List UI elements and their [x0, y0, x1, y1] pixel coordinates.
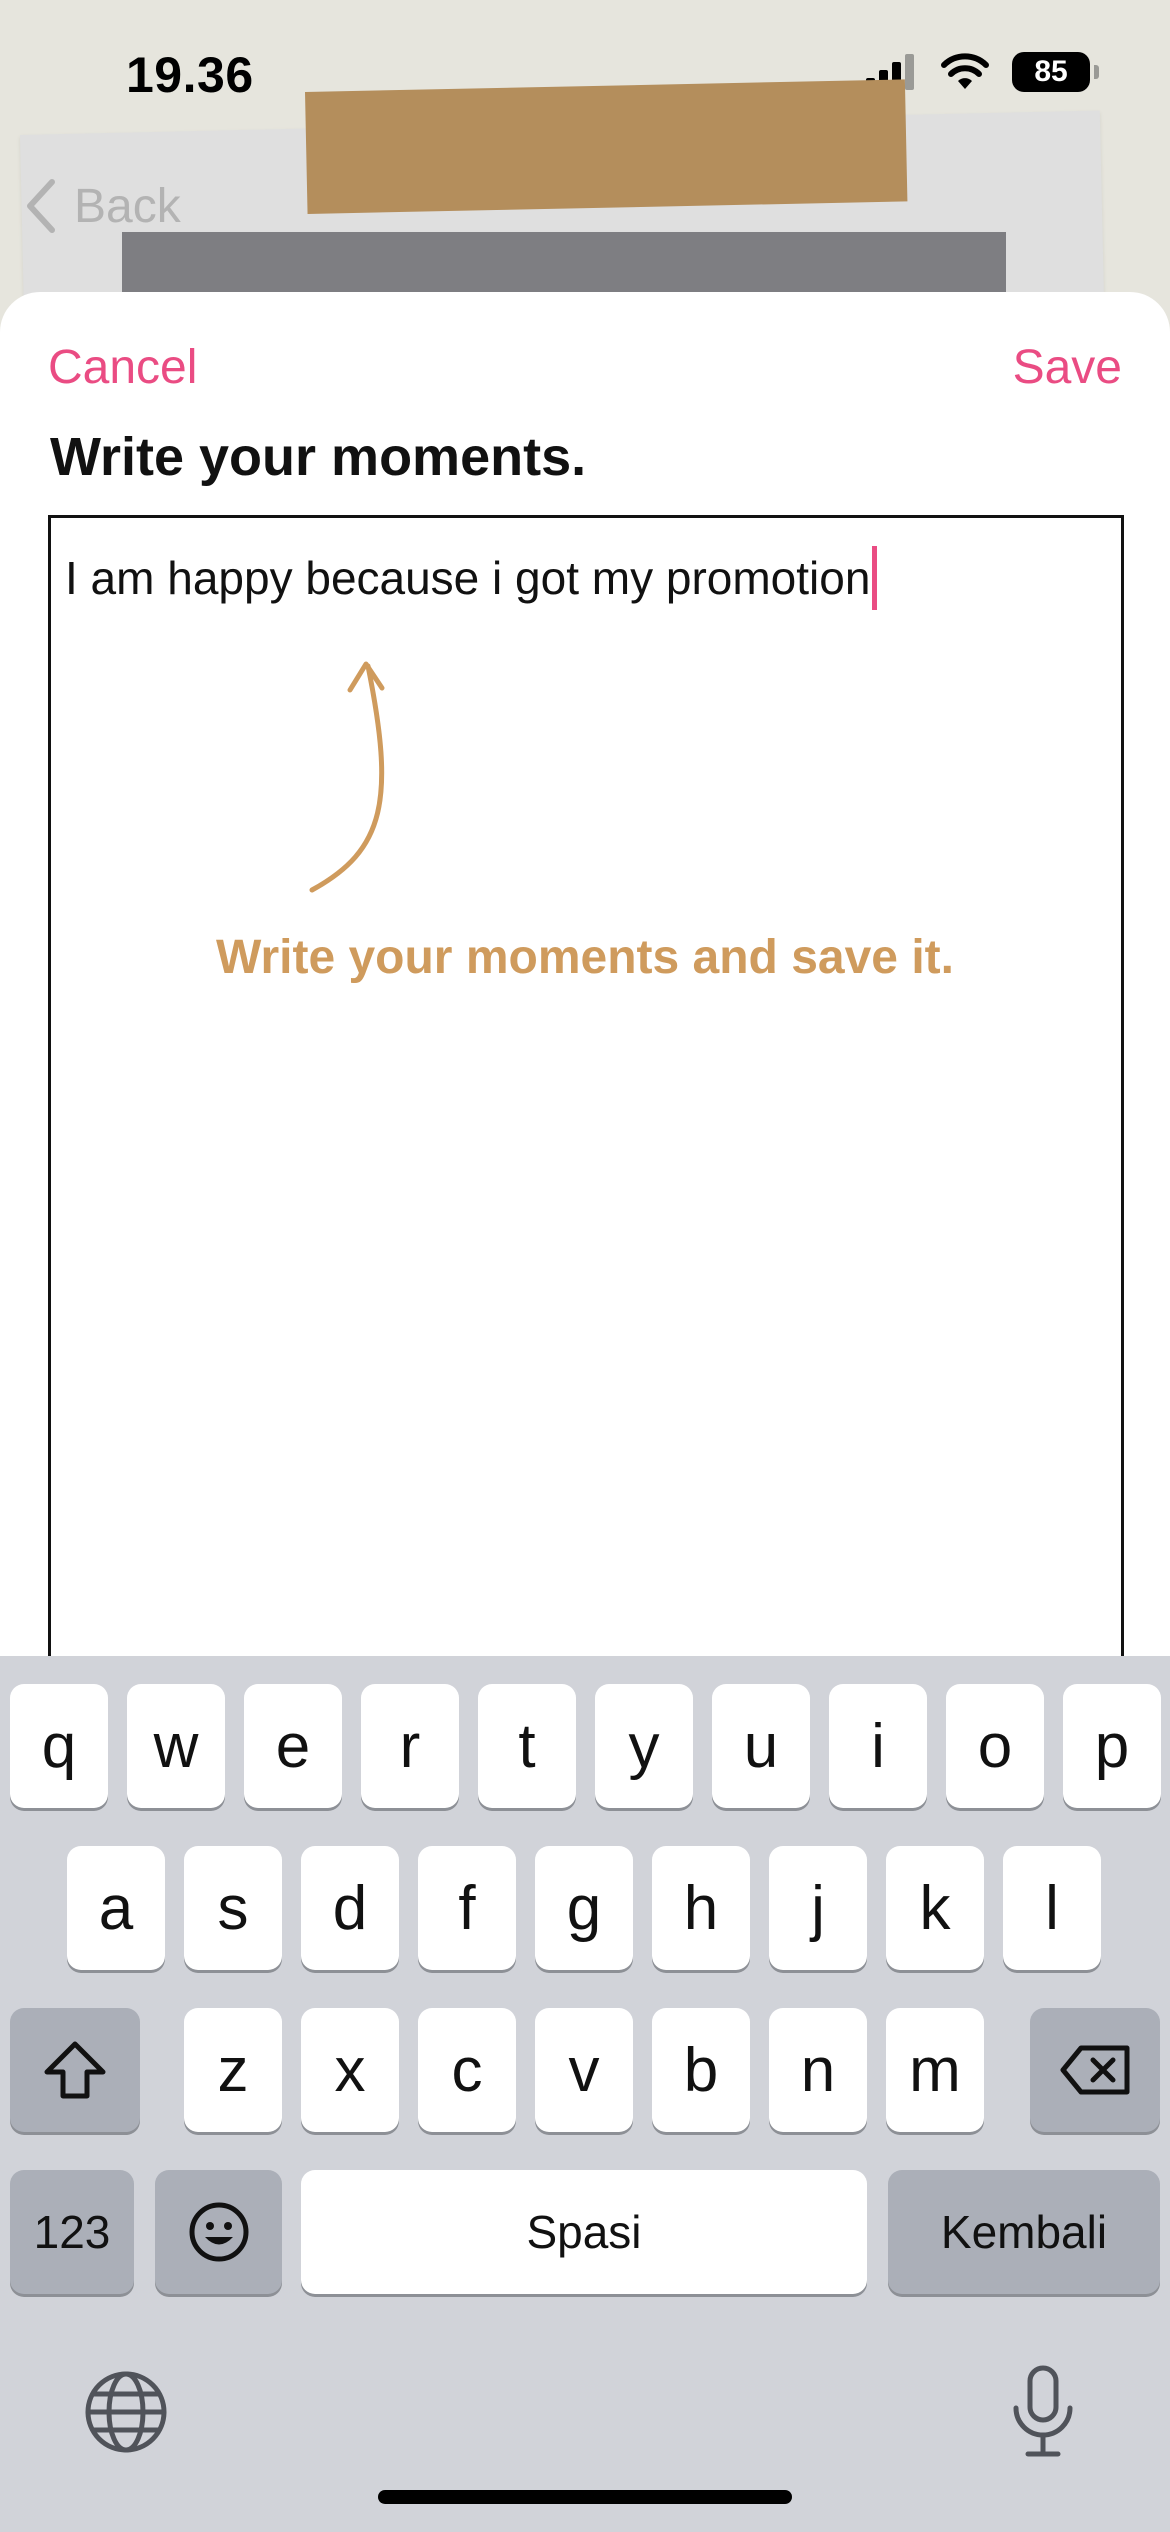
- hint-text: Write your moments and save it.: [216, 931, 954, 984]
- key-y[interactable]: y: [595, 1684, 693, 1808]
- key-c[interactable]: c: [418, 2008, 516, 2132]
- key-i[interactable]: i: [829, 1684, 927, 1808]
- key-p[interactable]: p: [1063, 1684, 1161, 1808]
- cancel-button[interactable]: Cancel: [48, 340, 197, 395]
- tape-decoration: [305, 79, 908, 214]
- key-w[interactable]: w: [127, 1684, 225, 1808]
- key-h[interactable]: h: [652, 1846, 750, 1970]
- back-button[interactable]: Back: [26, 178, 181, 234]
- key-m[interactable]: m: [886, 2008, 984, 2132]
- microphone-icon[interactable]: [1008, 2364, 1078, 2460]
- shift-icon: [44, 2041, 106, 2099]
- return-key[interactable]: Kembali: [888, 2170, 1160, 2294]
- moment-text-editor[interactable]: I am happy because i got my promotion: [48, 515, 1124, 1659]
- key-z[interactable]: z: [184, 2008, 282, 2132]
- key-x[interactable]: x: [301, 2008, 399, 2132]
- editor-content: I am happy because i got my promotion: [65, 546, 878, 610]
- key-t[interactable]: t: [478, 1684, 576, 1808]
- keyboard: q w e r t y u i o p a s d f g h j k l z …: [0, 1656, 1170, 2532]
- shift-key[interactable]: [10, 2008, 140, 2132]
- globe-icon[interactable]: [84, 2370, 168, 2454]
- status-time: 19.36: [126, 47, 254, 103]
- wifi-icon: [941, 53, 989, 89]
- key-s[interactable]: s: [184, 1846, 282, 1970]
- home-indicator: [378, 2490, 792, 2504]
- key-j[interactable]: j: [769, 1846, 867, 1970]
- key-r[interactable]: r: [361, 1684, 459, 1808]
- backspace-key[interactable]: [1030, 2008, 1160, 2132]
- chevron-left-icon: [27, 179, 55, 233]
- key-e[interactable]: e: [244, 1684, 342, 1808]
- battery-level: 85: [1034, 55, 1068, 88]
- key-o[interactable]: o: [946, 1684, 1044, 1808]
- key-d[interactable]: d: [301, 1846, 399, 1970]
- key-k[interactable]: k: [886, 1846, 984, 1970]
- hint-arrow-icon: [309, 661, 385, 893]
- editor-text: I am happy because i got my promotion: [65, 552, 871, 604]
- key-g[interactable]: g: [535, 1846, 633, 1970]
- key-v[interactable]: v: [535, 2008, 633, 2132]
- key-u[interactable]: u: [712, 1684, 810, 1808]
- key-n[interactable]: n: [769, 2008, 867, 2132]
- key-q[interactable]: q: [10, 1684, 108, 1808]
- battery-indicator: 85: [1012, 52, 1099, 92]
- key-a[interactable]: a: [67, 1846, 165, 1970]
- save-button[interactable]: Save: [1013, 340, 1122, 395]
- emoji-icon: [189, 2202, 248, 2262]
- text-caret: [872, 546, 878, 610]
- page-title: Write your moments.: [50, 427, 587, 487]
- space-key[interactable]: Spasi: [301, 2170, 867, 2294]
- key-b[interactable]: b: [652, 2008, 750, 2132]
- key-f[interactable]: f: [418, 1846, 516, 1970]
- key-l[interactable]: l: [1003, 1846, 1101, 1970]
- numbers-key[interactable]: 123: [10, 2170, 134, 2294]
- emoji-key[interactable]: [155, 2170, 282, 2294]
- backspace-icon: [1060, 2045, 1130, 2095]
- back-label: Back: [74, 179, 181, 233]
